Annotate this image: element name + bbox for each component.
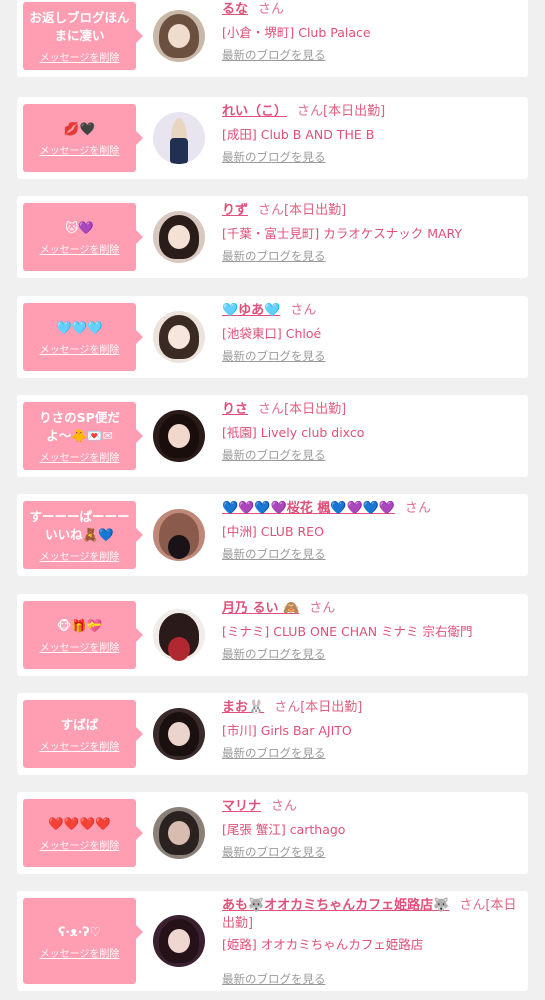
shop-info: [姫路] オオカミちゃんカフェ姫路店	[222, 937, 424, 952]
status-badge: [本日出勤]	[300, 700, 363, 715]
delete-message-link[interactable]: メッセージを削除	[40, 639, 120, 654]
cast-name-link[interactable]: あも🐺オオカミちゃんカフェ姫路店🐺	[222, 898, 449, 913]
honorific: さん	[405, 501, 432, 516]
delete-message-link[interactable]: メッセージを削除	[40, 837, 120, 852]
shop-info: [祇園] Lively club dixco	[222, 425, 365, 440]
status-badge: [本日出勤]	[284, 402, 347, 417]
message-text: 🐵🎁💝	[56, 617, 103, 633]
cast-name-link[interactable]: 🩵ゆあ🩵	[222, 303, 280, 318]
avatar[interactable]	[153, 509, 205, 561]
delete-message-link[interactable]: メッセージを削除	[40, 548, 120, 563]
shop-info: [中洲] CLUB REO	[222, 524, 324, 539]
cast-name-link[interactable]: れい（こ）	[222, 104, 287, 119]
shop-info: [成田] Club B AND THE B	[222, 127, 375, 142]
delete-message-link[interactable]: メッセージを削除	[40, 738, 120, 753]
latest-blog-link[interactable]: 最新のブログを見る	[222, 47, 326, 63]
message-card: すばば メッセージを削除 まお🐰 さん[本日出勤] [市川] Girls Bar …	[17, 693, 528, 775]
message-card: ʕ·ᴥ·ʔ♡ メッセージを削除 あも🐺オオカミちゃんカフェ姫路店🐺 さん[本日出勤…	[17, 891, 528, 991]
avatar[interactable]	[153, 112, 205, 164]
cast-name-link[interactable]: るな	[222, 2, 248, 17]
message-bubble: りさのSP便だよ〜🐥💌✉ メッセージを削除	[23, 402, 143, 470]
delete-message-link[interactable]: メッセージを削除	[40, 142, 120, 157]
latest-blog-link[interactable]: 最新のブログを見る	[222, 971, 326, 987]
honorific: さん	[309, 601, 336, 616]
latest-blog-link[interactable]: 最新のブログを見る	[222, 348, 326, 364]
message-text: お返しブログほんまに凄い	[29, 9, 130, 43]
honorific: さん	[258, 203, 285, 218]
message-bubble: ʕ·ᴥ·ʔ♡ メッセージを削除	[23, 898, 143, 984]
latest-blog-link[interactable]: 最新のブログを見る	[222, 447, 326, 463]
delete-message-link[interactable]: メッセージを削除	[40, 341, 120, 356]
latest-blog-link[interactable]: 最新のブログを見る	[222, 248, 326, 264]
message-text: すーーーぱーーーいいね🧸💙	[29, 508, 130, 542]
message-card: 🐱💜 メッセージを削除 りず さん[本日出勤] [千葉・富士見町] カラオケスナッ…	[17, 196, 528, 278]
message-card: お返しブログほんまに凄い メッセージを削除 るな さん [小倉・堺町] Club …	[17, 0, 528, 77]
honorific: さん	[290, 303, 317, 318]
shop-info: [小倉・堺町] Club Palace	[222, 25, 371, 40]
message-text: 💋🖤	[63, 120, 96, 136]
cast-name-link[interactable]: マリナ	[222, 799, 261, 814]
message-card: りさのSP便だよ〜🐥💌✉ メッセージを削除 りさ さん[本日出勤] [祇園] Li…	[17, 395, 528, 477]
latest-blog-link[interactable]: 最新のブログを見る	[222, 646, 326, 662]
shop-info: [千葉・富士見町] カラオケスナック MARY	[222, 226, 463, 241]
message-bubble: 💋🖤 メッセージを削除	[23, 104, 143, 172]
message-bubble: 🐵🎁💝 メッセージを削除	[23, 601, 143, 669]
message-card: 🐵🎁💝 メッセージを削除 月乃 るい 🙈 さん [ミナミ] CLUB ONE CH…	[17, 594, 528, 676]
avatar[interactable]	[153, 410, 205, 462]
latest-blog-link[interactable]: 最新のブログを見る	[222, 745, 326, 761]
message-bubble: すばば メッセージを削除	[23, 700, 143, 768]
message-text: 🐱💜	[65, 219, 94, 235]
avatar[interactable]	[153, 609, 205, 661]
honorific: さん	[258, 402, 285, 417]
avatar[interactable]	[153, 807, 205, 859]
cast-name-link[interactable]: まお🐰	[222, 700, 264, 715]
avatar[interactable]	[153, 915, 205, 967]
message-text: りさのSP便だよ〜🐥💌✉	[39, 409, 120, 443]
shop-info: [尾張 蟹江] carthago	[222, 822, 346, 837]
latest-blog-link[interactable]: 最新のブログを見る	[222, 844, 326, 860]
latest-blog-link[interactable]: 最新のブログを見る	[222, 149, 326, 165]
message-text: ❤️❤️❤️❤️	[48, 815, 111, 831]
message-bubble: 🩵🩵🩵 メッセージを削除	[23, 303, 143, 371]
cast-name-link[interactable]: りさ	[222, 402, 248, 417]
shop-info: [市川] Girls Bar AJITO	[222, 723, 352, 738]
avatar[interactable]	[153, 10, 205, 62]
honorific: さん	[297, 104, 324, 119]
message-bubble: 🐱💜 メッセージを削除	[23, 203, 143, 271]
honorific: さん	[459, 898, 486, 913]
shop-info: [池袋東口] Chloé	[222, 326, 322, 341]
message-bubble: すーーーぱーーーいいね🧸💙 メッセージを削除	[23, 501, 143, 569]
message-bubble: ❤️❤️❤️❤️ メッセージを削除	[23, 799, 143, 867]
avatar[interactable]	[153, 311, 205, 363]
message-text: すばば	[60, 716, 99, 732]
message-list: お返しブログほんまに凄い メッセージを削除 るな さん [小倉・堺町] Club …	[0, 0, 545, 1000]
latest-blog-link[interactable]: 最新のブログを見る	[222, 546, 326, 562]
cast-name-link[interactable]: 💙💜💙💜桜花 楓💙💜💙💜	[222, 501, 395, 516]
message-text: ʕ·ᴥ·ʔ♡	[58, 923, 101, 939]
honorific: さん	[274, 700, 301, 715]
message-card: 💋🖤 メッセージを削除 れい（こ） さん[本日出勤] [成田] Club B AN…	[17, 97, 528, 179]
delete-message-link[interactable]: メッセージを削除	[40, 449, 120, 464]
status-badge: [本日出勤]	[284, 203, 347, 218]
message-card: すーーーぱーーーいいね🧸💙 メッセージを削除 💙💜💙💜桜花 楓💙💜💙💜 さん [中…	[17, 494, 528, 576]
status-badge: [本日出勤]	[323, 104, 386, 119]
avatar[interactable]	[153, 708, 205, 760]
honorific: さん	[271, 799, 298, 814]
cast-name-link[interactable]: りず	[222, 203, 248, 218]
delete-message-link[interactable]: メッセージを削除	[40, 49, 120, 64]
honorific: さん	[258, 2, 285, 17]
shop-info: [ミナミ] CLUB ONE CHAN ミナミ 宗右衛門	[222, 624, 473, 639]
message-card: 🩵🩵🩵 メッセージを削除 🩵ゆあ🩵 さん [池袋東口] Chloé 最新のブログを…	[17, 296, 528, 378]
message-card: ❤️❤️❤️❤️ メッセージを削除 マリナ さん [尾張 蟹江] carthago…	[17, 792, 528, 874]
message-text: 🩵🩵🩵	[56, 319, 103, 335]
cast-name-link[interactable]: 月乃 るい 🙈	[222, 601, 299, 616]
delete-message-link[interactable]: メッセージを削除	[40, 945, 120, 960]
delete-message-link[interactable]: メッセージを削除	[40, 241, 120, 256]
message-bubble: お返しブログほんまに凄い メッセージを削除	[23, 2, 143, 70]
avatar[interactable]	[153, 211, 205, 263]
